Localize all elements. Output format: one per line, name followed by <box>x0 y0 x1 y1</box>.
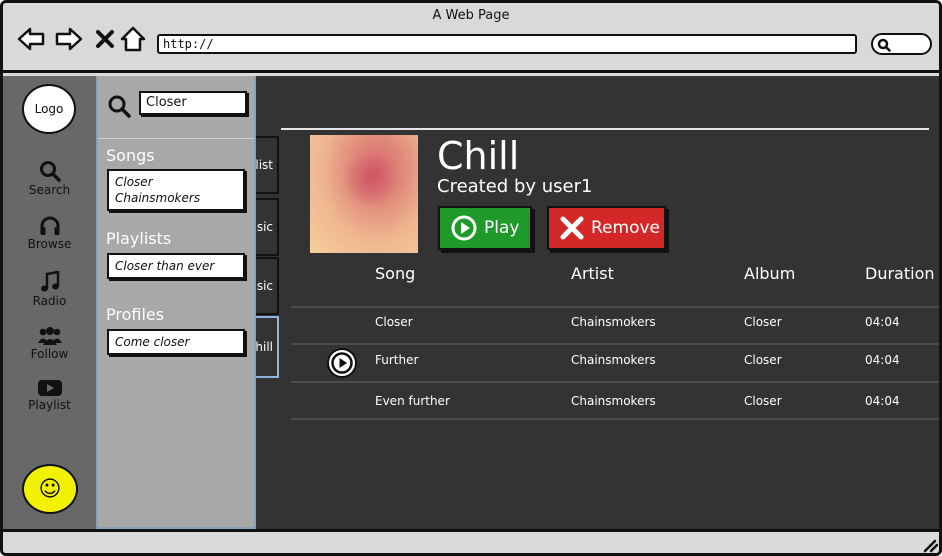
stop-button[interactable] <box>91 25 119 53</box>
row-divider <box>291 418 939 420</box>
nav-follow[interactable]: Follow <box>3 326 96 361</box>
row-divider <box>291 381 939 383</box>
browser-search-field[interactable] <box>871 33 932 55</box>
arrow-right-icon <box>55 27 83 51</box>
column-header-artist[interactable]: Artist <box>571 264 614 283</box>
nav-radio-label: Radio <box>32 294 67 308</box>
songs-heading: Songs <box>106 146 155 165</box>
play-button[interactable]: Play <box>438 206 532 250</box>
song-result[interactable]: Closer Chainsmokers <box>107 169 245 211</box>
search-icon <box>39 161 61 182</box>
tab-playlist-chill[interactable]: hill <box>253 316 279 378</box>
play-circle-icon[interactable] <box>326 347 358 379</box>
tab-playlist-3[interactable]: sic <box>253 257 279 315</box>
row-divider <box>291 343 939 345</box>
status-bar <box>3 529 939 553</box>
song-result-artist: Chainsmokers <box>115 191 201 205</box>
song-album: Closer <box>744 394 782 408</box>
nav-rail: Logo Search Browse Radio Follow Playlist… <box>3 76 96 529</box>
close-icon <box>96 30 114 48</box>
music-note-icon <box>40 271 59 292</box>
column-header-duration[interactable]: Duration <box>865 264 935 283</box>
song-title: Even further <box>375 394 450 408</box>
music-app: Logo Search Browse Radio Follow Playlist… <box>3 76 939 529</box>
browser-window: A Web Page http:// Logo Search Browse Ra… <box>0 0 942 556</box>
browser-toolbar: A Web Page http:// <box>3 3 939 73</box>
playlist-title: Chill <box>437 134 520 178</box>
nav-search-label: Search <box>28 183 71 197</box>
song-album: Closer <box>744 353 782 367</box>
tab-playlist-1[interactable]: list <box>253 136 279 194</box>
logo[interactable]: Logo <box>22 84 76 134</box>
home-icon <box>120 26 146 52</box>
song-duration: 04:04 <box>865 394 900 408</box>
playlist-result-label: Closer than ever <box>115 259 215 273</box>
search-icon <box>108 95 131 118</box>
resize-grip-icon[interactable] <box>923 539 939 553</box>
tab-label: hill <box>255 340 273 354</box>
profile-result-label: Come closer <box>115 335 190 349</box>
back-button[interactable] <box>17 25 45 53</box>
play-circle-icon <box>450 214 478 242</box>
search-icon <box>877 38 891 52</box>
song-artist: Chainsmokers <box>571 394 656 408</box>
nav-search[interactable]: Search <box>3 160 96 197</box>
song-title: Further <box>375 353 419 367</box>
users-icon <box>37 327 62 345</box>
play-label: Play <box>484 218 520 238</box>
forward-button[interactable] <box>55 25 83 53</box>
search-input[interactable]: Closer <box>139 91 247 115</box>
playlist-result[interactable]: Closer than ever <box>107 253 245 279</box>
remove-label: Remove <box>591 218 660 238</box>
playlist-cover-image <box>310 135 418 253</box>
playlist-creator: Created by user1 <box>437 176 593 197</box>
column-header-song[interactable]: Song <box>375 264 415 283</box>
song-duration: 04:04 <box>865 315 900 329</box>
window-title: A Web Page <box>432 8 510 23</box>
profiles-heading: Profiles <box>106 305 165 324</box>
tab-label: list <box>255 158 273 172</box>
playlists-heading: Playlists <box>106 229 172 248</box>
nav-radio[interactable]: Radio <box>3 271 96 308</box>
url-input[interactable]: http:// <box>157 34 857 54</box>
song-duration: 04:04 <box>865 353 900 367</box>
smiley-icon: ☺ <box>38 476 62 502</box>
home-button[interactable] <box>119 25 147 53</box>
song-title: Closer <box>375 315 413 329</box>
song-artist: Chainsmokers <box>571 353 656 367</box>
song-result-title: Closer <box>115 175 153 189</box>
profile-button[interactable]: ☺ <box>22 464 78 514</box>
divider <box>98 138 254 139</box>
song-album: Closer <box>744 315 782 329</box>
profile-result[interactable]: Come closer <box>107 329 245 355</box>
remove-button[interactable]: Remove <box>547 206 666 250</box>
arrow-left-icon <box>17 27 45 51</box>
column-header-album[interactable]: Album <box>744 264 795 283</box>
tab-playlist-2[interactable]: sic <box>253 198 279 256</box>
nav-playlist[interactable]: Playlist <box>3 379 96 412</box>
song-artist: Chainsmokers <box>571 315 656 329</box>
search-panel: Closer Songs Closer Chainsmokers Playlis… <box>96 76 256 529</box>
row-divider <box>291 306 939 308</box>
tab-label: sic <box>256 220 273 234</box>
nav-browse[interactable]: Browse <box>3 216 96 251</box>
headphones-icon <box>40 216 59 235</box>
nav-playlist-label: Playlist <box>28 398 71 412</box>
divider <box>281 128 929 130</box>
close-icon <box>559 215 585 241</box>
tab-label: sic <box>256 279 273 293</box>
youtube-play-icon <box>37 380 62 396</box>
nav-browse-label: Browse <box>27 237 72 251</box>
nav-follow-label: Follow <box>30 347 69 361</box>
